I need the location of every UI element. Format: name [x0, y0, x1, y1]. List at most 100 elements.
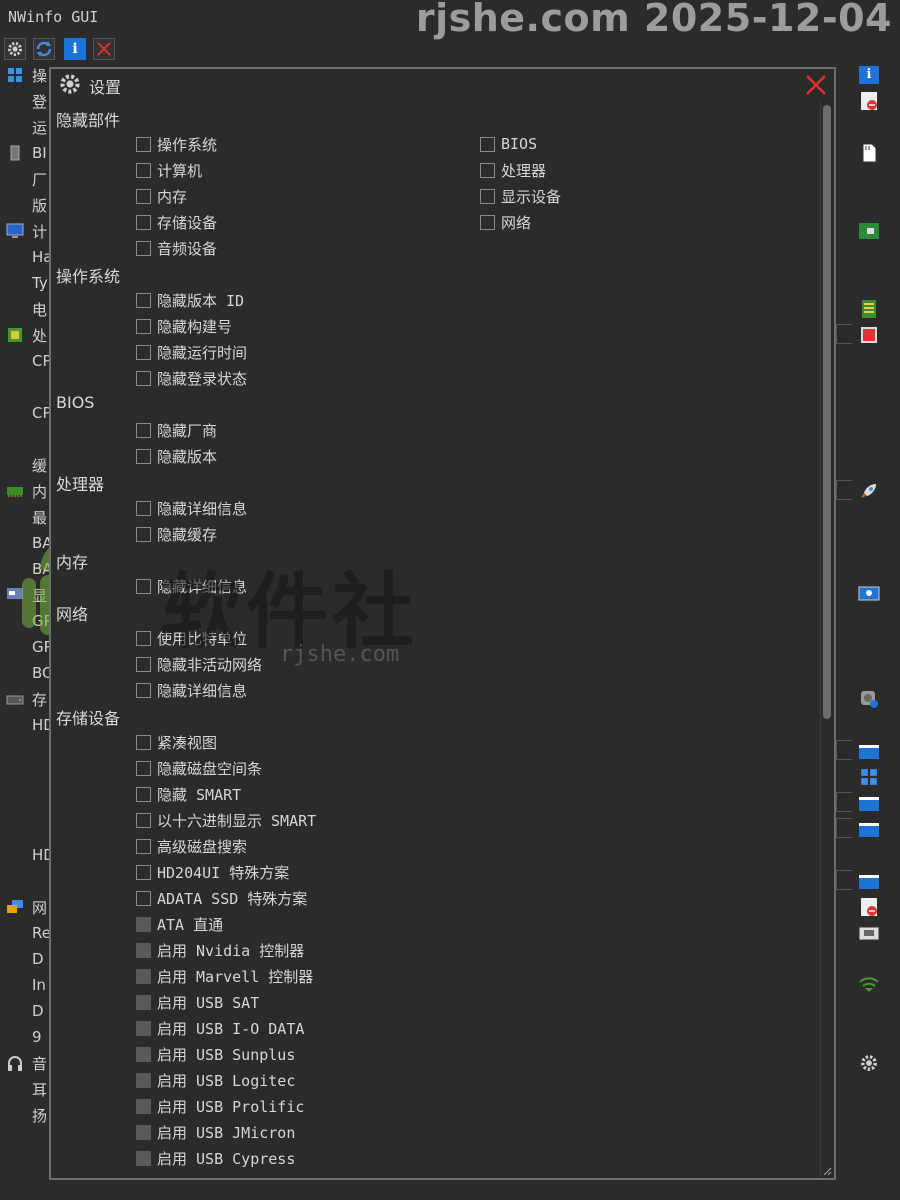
- tree-item[interactable]: 操: [6, 62, 47, 88]
- option-checkbox[interactable]: 显示设备: [480, 185, 561, 207]
- tree-item[interactable]: Ty: [6, 270, 48, 296]
- option-checkbox[interactable]: 隐藏登录状态: [136, 367, 247, 389]
- memory-stick-icon[interactable]: [858, 298, 880, 320]
- tree-item[interactable]: [6, 868, 32, 894]
- tree-item[interactable]: BO: [6, 660, 54, 686]
- checkbox[interactable]: [136, 656, 151, 672]
- checkbox[interactable]: [480, 214, 495, 230]
- checkbox[interactable]: [136, 864, 151, 880]
- ethernet-icon[interactable]: [858, 922, 880, 944]
- checkbox[interactable]: [136, 370, 151, 386]
- option-checkbox[interactable]: 启用 USB Sunplus: [136, 1043, 295, 1065]
- checkbox[interactable]: [480, 136, 495, 152]
- settings-button[interactable]: [4, 38, 26, 60]
- tree-item[interactable]: 版: [6, 192, 47, 218]
- option-checkbox[interactable]: 启用 USB Prolific: [136, 1095, 304, 1117]
- checkbox[interactable]: [136, 500, 151, 516]
- checkbox[interactable]: [136, 1020, 151, 1036]
- option-checkbox[interactable]: 以十六进制显示 SMART: [136, 809, 316, 831]
- tree-item[interactable]: 登: [6, 88, 47, 114]
- tree-item[interactable]: CP: [6, 400, 52, 426]
- option-checkbox[interactable]: 操作系统: [136, 133, 217, 155]
- tree-item[interactable]: 扬: [6, 1102, 47, 1128]
- checkbox[interactable]: [136, 1124, 151, 1140]
- tree-item[interactable]: 9: [6, 1024, 42, 1050]
- option-checkbox[interactable]: 计算机: [136, 159, 202, 181]
- resize-grip-icon[interactable]: [822, 1166, 832, 1176]
- tree-item[interactable]: 处: [6, 322, 47, 348]
- tree-item[interactable]: GP: [6, 634, 53, 660]
- checkbox[interactable]: [136, 968, 151, 984]
- tree-item[interactable]: BI: [6, 140, 47, 166]
- option-checkbox[interactable]: 隐藏缓存: [136, 523, 217, 545]
- option-checkbox[interactable]: 使用比特单位: [136, 627, 247, 649]
- tree-item[interactable]: 计: [6, 218, 47, 244]
- wifi-icon[interactable]: [858, 974, 880, 996]
- rocket-icon[interactable]: [858, 480, 880, 502]
- motherboard-icon[interactable]: [858, 220, 880, 242]
- tree-item[interactable]: 耳: [6, 1076, 47, 1102]
- checkbox[interactable]: [136, 1072, 151, 1088]
- error-page-icon[interactable]: [858, 896, 880, 918]
- windows-icon[interactable]: [858, 766, 880, 788]
- tree-item[interactable]: 音: [6, 1050, 47, 1076]
- option-checkbox[interactable]: 隐藏详细信息: [136, 575, 247, 597]
- option-checkbox[interactable]: 音频设备: [136, 237, 217, 259]
- checkbox[interactable]: [480, 188, 495, 204]
- tree-item[interactable]: BA: [6, 530, 53, 556]
- option-checkbox[interactable]: 存储设备: [136, 211, 217, 233]
- tree-item[interactable]: [6, 738, 32, 764]
- option-checkbox[interactable]: 隐藏磁盘空间条: [136, 757, 262, 779]
- checkbox[interactable]: [136, 838, 151, 854]
- about-button[interactable]: i: [64, 38, 86, 60]
- tree-item[interactable]: D: [6, 946, 44, 972]
- tree-item[interactable]: [6, 790, 32, 816]
- tree-item[interactable]: HD: [6, 712, 55, 738]
- monitor-info-icon[interactable]: [858, 584, 880, 606]
- option-checkbox[interactable]: BIOS: [480, 133, 537, 155]
- exit-button[interactable]: [93, 38, 115, 60]
- checkbox[interactable]: [136, 786, 151, 802]
- checkbox[interactable]: [136, 318, 151, 334]
- folder-icon[interactable]: [858, 870, 880, 892]
- checkbox[interactable]: [136, 812, 151, 828]
- tree-item[interactable]: [6, 816, 32, 842]
- tree-item[interactable]: [6, 374, 32, 400]
- gear-icon[interactable]: [858, 1052, 880, 1074]
- error-page-icon[interactable]: [858, 90, 880, 112]
- option-checkbox[interactable]: 隐藏详细信息: [136, 679, 247, 701]
- tree-item[interactable]: [6, 426, 32, 452]
- checkbox[interactable]: [136, 994, 151, 1010]
- sd-card-icon[interactable]: [858, 142, 880, 164]
- tree-item[interactable]: 厂: [6, 166, 47, 192]
- option-checkbox[interactable]: ADATA SSD 特殊方案: [136, 887, 307, 909]
- folder-icon[interactable]: [858, 792, 880, 814]
- checkbox[interactable]: [136, 1098, 151, 1114]
- tree-item[interactable]: 显: [6, 582, 47, 608]
- option-checkbox[interactable]: 隐藏版本 ID: [136, 289, 244, 311]
- checkbox[interactable]: [136, 682, 151, 698]
- checkbox[interactable]: [136, 240, 151, 256]
- refresh-button[interactable]: [33, 38, 55, 60]
- option-checkbox[interactable]: 隐藏 SMART: [136, 783, 241, 805]
- disk-info-icon[interactable]: [858, 688, 880, 710]
- checkbox[interactable]: [136, 630, 151, 646]
- tree-item[interactable]: 网: [6, 894, 47, 920]
- tree-item[interactable]: 缓: [6, 452, 47, 478]
- option-checkbox[interactable]: 处理器: [480, 159, 546, 181]
- checkbox[interactable]: [136, 578, 151, 594]
- option-checkbox[interactable]: 高级磁盘搜索: [136, 835, 247, 857]
- checkbox[interactable]: [136, 760, 151, 776]
- folder-icon[interactable]: [858, 740, 880, 762]
- tree-item[interactable]: GP: [6, 608, 53, 634]
- option-checkbox[interactable]: 隐藏厂商: [136, 419, 217, 441]
- tree-item[interactable]: 运: [6, 114, 47, 140]
- option-checkbox[interactable]: 隐藏非活动网络: [136, 653, 262, 675]
- option-checkbox[interactable]: 启用 USB Cypress: [136, 1147, 295, 1169]
- tree-item[interactable]: HD: [6, 842, 55, 868]
- option-checkbox[interactable]: 隐藏运行时间: [136, 341, 247, 363]
- scrollbar-thumb[interactable]: [823, 105, 831, 719]
- tree-item[interactable]: BA: [6, 556, 53, 582]
- checkbox[interactable]: [136, 162, 151, 178]
- option-checkbox[interactable]: 隐藏构建号: [136, 315, 232, 337]
